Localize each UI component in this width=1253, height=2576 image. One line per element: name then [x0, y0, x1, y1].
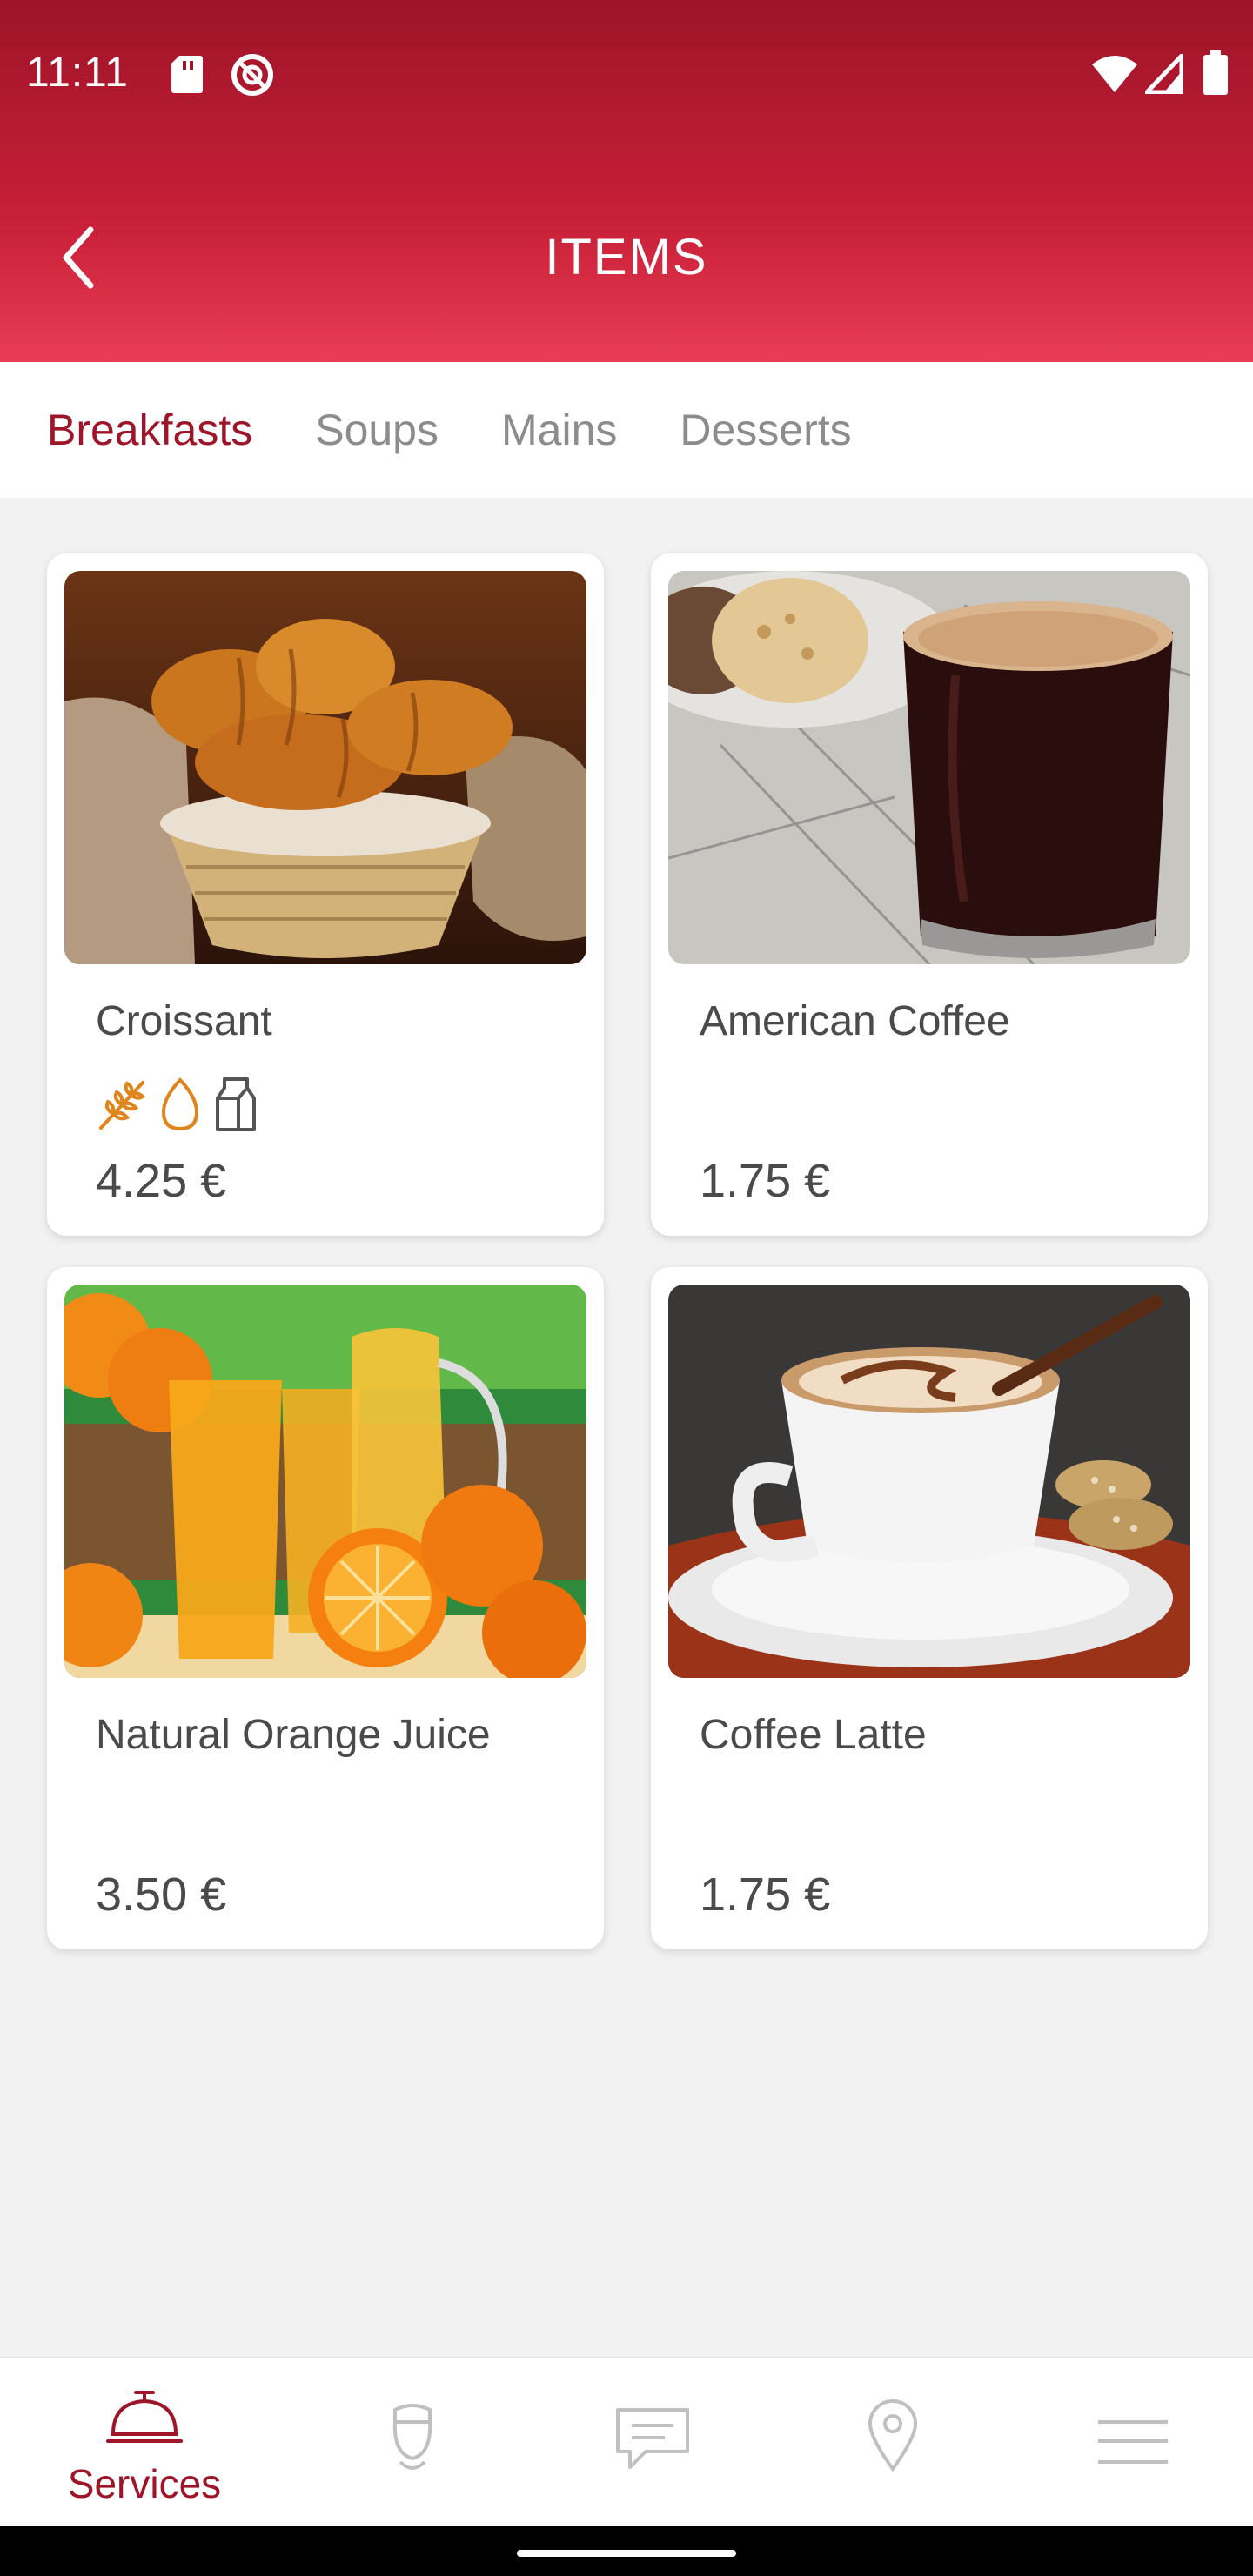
- item-card-american-coffee[interactable]: American Coffee 1.75 €: [651, 553, 1208, 1236]
- data-saver-icon: [231, 54, 273, 96]
- item-name: Coffee Latte: [700, 1712, 927, 1758]
- tab-mains[interactable]: Mains: [501, 405, 617, 455]
- home-gesture-pill[interactable]: [517, 2550, 736, 2557]
- wifi-icon: [1092, 56, 1137, 92]
- sd-card-icon: [171, 56, 203, 93]
- item-name: Natural Orange Juice: [96, 1712, 491, 1758]
- milk-icon: [216, 1077, 256, 1131]
- tab-soups[interactable]: Soups: [315, 405, 439, 455]
- battery-icon: [1203, 50, 1228, 95]
- allergen-list: [96, 1076, 259, 1137]
- tab-breakfasts[interactable]: Breakfasts: [47, 405, 252, 455]
- egg-icon: [161, 1077, 199, 1131]
- concierge-icon: [392, 2404, 432, 2470]
- item-price: 1.75 €: [700, 1868, 831, 1921]
- gluten-icon: [99, 1081, 146, 1130]
- page-title: ITEMS: [545, 229, 708, 285]
- signal-icon: [1145, 54, 1183, 94]
- item-card-croissant[interactable]: Croissant 4.25 €: [47, 553, 604, 1236]
- croissant-photo: [64, 571, 586, 964]
- item-card-coffee-latte[interactable]: Coffee Latte 1.75 €: [651, 1267, 1208, 1949]
- nav-label: Services: [67, 2461, 222, 2506]
- tab-desserts[interactable]: Desserts: [680, 405, 851, 455]
- status-bar: 11:11: [0, 0, 1253, 148]
- service-bell-icon: [106, 2391, 183, 2443]
- nav-concierge[interactable]: [325, 2358, 499, 2526]
- status-time: 11:11: [26, 50, 129, 96]
- item-name: American Coffee: [700, 998, 1010, 1044]
- coffee-latte-photo: [668, 1285, 1190, 1678]
- nav-services[interactable]: Services: [57, 2358, 231, 2526]
- menu-icon: [1098, 2420, 1168, 2464]
- american-coffee-photo: [668, 571, 1190, 964]
- header: 11:11 ITEMS: [0, 0, 1253, 362]
- item-price: 1.75 €: [700, 1155, 831, 1207]
- nav-menu[interactable]: [1046, 2358, 1220, 2526]
- orange-juice-photo: [64, 1285, 586, 1678]
- category-tabs: Breakfasts Soups Mains Desserts: [0, 362, 1253, 498]
- location-pin-icon: [868, 2399, 918, 2472]
- item-card-natural-orange-juice[interactable]: Natural Orange Juice 3.50 €: [47, 1267, 604, 1949]
- item-name: Croissant: [96, 998, 272, 1044]
- nav-location[interactable]: [806, 2358, 980, 2526]
- system-navigation-bar: [0, 2526, 1253, 2576]
- nav-chat[interactable]: [566, 2358, 740, 2526]
- bottom-navigation: Services: [0, 2357, 1253, 2526]
- chat-icon: [616, 2408, 689, 2469]
- item-price: 3.50 €: [96, 1868, 227, 1921]
- item-price: 4.25 €: [96, 1155, 227, 1207]
